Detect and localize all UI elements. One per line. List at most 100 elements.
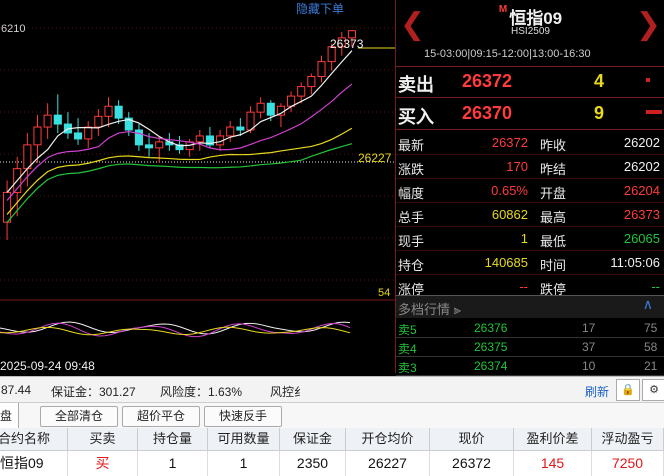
position-toolbar: 盘 全部清仓 超价平仓 快速反手: [0, 402, 664, 429]
candle-body: [297, 86, 306, 97]
settings-icon[interactable]: ⚙: [642, 379, 664, 401]
table-cell[interactable]: 26372: [430, 451, 514, 476]
quote-row: 现手 1 最低 26065: [396, 228, 664, 250]
price-high-label: 26373: [330, 37, 364, 51]
depth-qty: 10: [582, 359, 596, 373]
column-header[interactable]: 浮动盈亏: [592, 428, 664, 451]
ask-qty: 4: [594, 71, 605, 91]
quote-value: 26204: [623, 183, 660, 198]
candle-body: [317, 61, 326, 77]
column-header[interactable]: 持仓量: [138, 428, 208, 451]
divider: [396, 226, 664, 227]
depth-extra: 58: [644, 340, 658, 354]
candle-body: [94, 115, 103, 128]
quote-panel: ❮ ❯ M 恒指09 HSI2509 15-03:00|09:15-12:00|1…: [395, 0, 664, 376]
ask-price[interactable]: 26372: [462, 71, 512, 92]
candle-body: [134, 129, 143, 146]
bid-price[interactable]: 26370: [462, 103, 512, 124]
candle-body: [23, 144, 32, 170]
main-contract-marker: M: [498, 4, 508, 15]
depth-row[interactable]: 卖3 26374 10 21: [396, 357, 664, 376]
quote-value: 140685: [484, 255, 528, 270]
candle-body: [33, 126, 42, 146]
refresh-link[interactable]: 刷新: [585, 383, 609, 400]
expand-icon[interactable]: ⫸: [454, 302, 461, 317]
column-header[interactable]: 保证金: [280, 428, 346, 451]
depth-row[interactable]: 卖4 26375 37 58: [396, 338, 664, 357]
table-cell[interactable]: 7250: [592, 451, 664, 476]
collapse-icon[interactable]: ∧: [643, 296, 653, 313]
quote-key: 开盘: [540, 186, 567, 201]
balance-value: 87.44: [1, 383, 32, 397]
ma30-line: [6, 143, 353, 223]
table-cell[interactable]: 1: [208, 451, 280, 476]
candle-body: [43, 114, 52, 128]
candle-body: [307, 75, 316, 88]
candle-body: [195, 135, 204, 143]
candle-body: [114, 105, 123, 119]
column-header[interactable]: 开仓均价: [346, 428, 430, 451]
quote-row: 持仓 140685 时间 11:05:06: [396, 252, 664, 274]
date-label: 2025-09-24 09:48: [0, 359, 95, 373]
hide-order-button[interactable]: 隐藏下单: [296, 0, 344, 17]
quote-row: 幅度 0.65% 开盘 26204: [396, 180, 664, 202]
table-cell[interactable]: 买: [68, 451, 138, 476]
table-cell[interactable]: 1: [138, 451, 208, 476]
depth-extra: 21: [644, 359, 658, 373]
depth-title: 多档行情 ⫸: [398, 302, 461, 317]
price-mid-label: 26227: [358, 151, 392, 165]
candle-body: [226, 126, 235, 137]
column-header[interactable]: 现价: [430, 428, 514, 451]
quote-key: 昨收: [540, 138, 567, 153]
depth-name: 卖5: [398, 323, 417, 337]
divider: [396, 154, 664, 155]
depth-price: 26376: [474, 321, 508, 335]
candle-body: [236, 126, 245, 131]
risk-value: 风险度：1.63%: [160, 385, 243, 399]
quote-key: 幅度: [398, 186, 425, 201]
clear-all-button[interactable]: 全部清仓: [40, 406, 118, 427]
depth-price: 26375: [474, 340, 508, 354]
column-header[interactable]: 盈利价差: [514, 428, 592, 451]
table-cell[interactable]: 2350: [280, 451, 346, 476]
quote-row: 涨跌 170 昨结 26202: [396, 156, 664, 178]
column-header[interactable]: 可用数量: [208, 428, 280, 451]
quote-key: 总手: [398, 210, 425, 225]
quote-value: 11:05:06: [610, 255, 660, 270]
over-price-close-button[interactable]: 超价平仓: [122, 406, 200, 427]
position-table: 合约名称 恒指09 买卖买持仓量 1 可用数量 1 保证金 2350 开仓均价 26227 现价 26…: [0, 428, 664, 476]
table-cell[interactable]: 26227: [346, 451, 430, 476]
depth-name: 卖3: [398, 361, 417, 375]
lock-icon[interactable]: 🔒: [616, 379, 640, 401]
kline-canvas[interactable]: [0, 0, 395, 373]
price-top-label: 6210: [1, 23, 26, 35]
candle-body: [74, 132, 83, 140]
quote-key: 时间: [540, 258, 567, 273]
divider: [396, 97, 664, 98]
table-cell[interactable]: 恒指09: [0, 451, 68, 476]
depth-qty: 37: [582, 340, 596, 354]
column-header[interactable]: 买卖: [68, 428, 138, 451]
ask-row[interactable]: 卖出 26372 4: [396, 67, 664, 95]
quick-reverse-button[interactable]: 快速反手: [204, 406, 282, 427]
tab-positions[interactable]: 盘: [0, 403, 19, 429]
kline-chart[interactable]: 隐藏下单 6210 26373 26227 54 2025-09-24 09:4…: [0, 0, 395, 373]
quote-key: 现手: [398, 234, 425, 249]
quote-value: 26065: [623, 231, 660, 246]
quote-row: 总手 60862 最高 26373: [396, 204, 664, 226]
candle-body: [155, 141, 164, 149]
quote-key: 最新: [398, 138, 425, 153]
candle-body: [84, 126, 93, 140]
depth-row[interactable]: 卖5 26376 17 75: [396, 319, 664, 338]
bid-row[interactable]: 买入 26370 9: [396, 99, 664, 127]
depth-header[interactable]: 多档行情 ⫸ ∧: [396, 295, 664, 318]
quote-value: 26373: [623, 207, 660, 222]
volume-label: 54: [378, 287, 391, 299]
column-header[interactable]: 合约名称: [0, 428, 68, 451]
candle-body: [104, 105, 113, 117]
risk-control-label: 风控纟: [270, 385, 307, 399]
table-cell[interactable]: 145: [514, 451, 592, 476]
divider: [396, 202, 664, 203]
margin-value: 保证金：301.27: [51, 385, 136, 399]
depth-name: 卖4: [398, 342, 417, 356]
